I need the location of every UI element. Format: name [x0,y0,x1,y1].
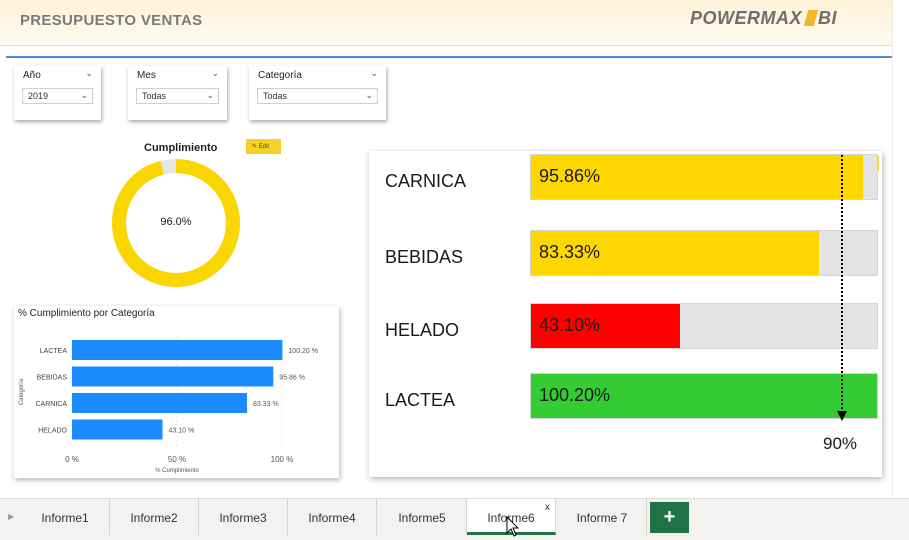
chevron-down-icon: ⌄ [365,90,373,100]
mouse-cursor-icon [506,516,520,537]
report-header: PRESUPUESTO VENTAS POWERMAX BI [0,0,892,46]
kpi-progress-card: ✎ Edit 90% CARNICA95.86%BEBIDAS83.33%HEL… [369,151,882,477]
gauge-value: 96.0% [160,216,192,228]
kpi-category-label: LACTEA [385,390,456,410]
bar [72,419,163,440]
tab-label: Informe 7 [576,511,628,525]
x-axis-title: % Cumplimiento [155,468,199,474]
y-axis-title: Categoría [19,378,25,405]
target-label: 90% [823,434,858,453]
x-tick-label: 0 % [65,455,79,464]
slicer-category-dropdown[interactable]: Todas ⌄ [257,88,378,104]
report-title: PRESUPUESTO VENTAS [20,12,203,29]
tab-informe3[interactable]: Informe3 [199,499,288,535]
slicer-category-value: Todas [263,91,288,101]
slicer-month-dropdown[interactable]: Todas ⌄ [136,88,219,104]
kpi-bar-track: 43.10% [530,303,878,349]
tab-informe4[interactable]: Informe4 [288,499,377,535]
x-tick-label: 100 % [271,455,294,464]
logo-mark-icon [803,10,819,26]
kpi-value-label: 43.10% [539,315,601,335]
right-scrollbar[interactable] [892,0,909,498]
tab-informe1[interactable]: Informe1 [21,499,110,535]
bar [72,366,274,387]
edit-label: Edit [258,144,270,150]
chevron-down-icon[interactable]: ⌄ [85,68,93,79]
add-page-button[interactable]: + [650,502,689,533]
slicer-year-dropdown[interactable]: 2019 ⌄ [22,88,93,104]
header-divider [6,56,892,58]
y-tick-label: BEBIDAS [37,375,68,382]
kpi-value-label: 100.20% [539,385,611,405]
gauge-edit-button[interactable]: ✎ Edit [246,139,281,154]
chevron-down-icon: ⌄ [206,90,214,100]
tab-informe2[interactable]: Informe2 [110,499,199,535]
tab-label: Informe2 [130,511,178,525]
tab-informe5[interactable]: Informe5 [378,499,467,535]
kpi-bar-track: 83.33% [530,230,878,276]
slicer-year: Año ⌄ 2019 ⌄ [14,66,101,120]
kpi-bar-track: 100.20% [530,373,878,419]
tab-label: Informe1 [41,511,89,525]
y-tick-label: LACTEA [40,348,68,355]
slicer-month-label: Mes [137,70,156,81]
powermax-logo: POWERMAX BI [690,8,837,29]
tab-label: Informe3 [219,511,267,525]
data-label: 83.33 % [253,401,279,408]
chevron-down-icon: ⌄ [80,90,88,100]
bar [72,393,247,413]
slicer-category-label: Categoría [258,70,302,81]
chevron-down-icon[interactable]: ⌄ [211,68,219,79]
logo-suffix: BI [818,8,837,28]
chevron-down-icon[interactable]: ⌄ [370,68,378,79]
data-label: 43.10 % [169,428,195,435]
y-tick-label: HELADO [38,428,67,435]
x-tick-label: 50 % [168,455,186,464]
chart-plot: 0 % 50 % 100 % LACTEA 100.20 % BEBIDAS 95.86 %… [19,336,318,474]
slicer-category: Categoría ⌄ Todas ⌄ [249,66,386,120]
data-label: 95.86 % [279,375,305,382]
slicer-year-value: 2019 [28,91,49,101]
report-tab-bar: ▶ + Informe1 Informe2 Informe3 Informe4 Info… [0,498,909,540]
kpi-bar-track: 95.86% [530,154,878,200]
tab-scroll-left-icon[interactable]: ▶ [0,499,21,535]
category-bar-chart: % Cumplimiento por Categoría 0 % 50 % 100 … [14,306,339,478]
gauge-title: Cumplimiento [144,142,218,154]
data-label: 100.20 % [288,348,318,355]
tab-label: Informe5 [398,511,446,525]
kpi-category-label: BEBIDAS [385,247,464,267]
slicer-year-label: Año [23,70,41,81]
close-icon[interactable]: x [545,502,550,513]
bar [72,340,283,360]
tab-label: Informe4 [308,511,356,525]
kpi-category-label: CARNICA [385,171,467,191]
target-arrow [837,411,848,421]
kpi-value-label: 83.33% [539,242,601,262]
slicer-month-value: Todas [142,91,167,101]
target-marker-icon [837,155,848,421]
y-tick-label: CARNICA [35,401,67,408]
slicer-month: Mes ⌄ Todas ⌄ [128,66,227,120]
kpi-value-label: 95.86% [539,166,601,186]
tab-informe-7[interactable]: Informe 7 [558,499,647,535]
kpi-category-label: HELADO [385,320,460,340]
logo-text: POWERMAX [690,8,802,28]
